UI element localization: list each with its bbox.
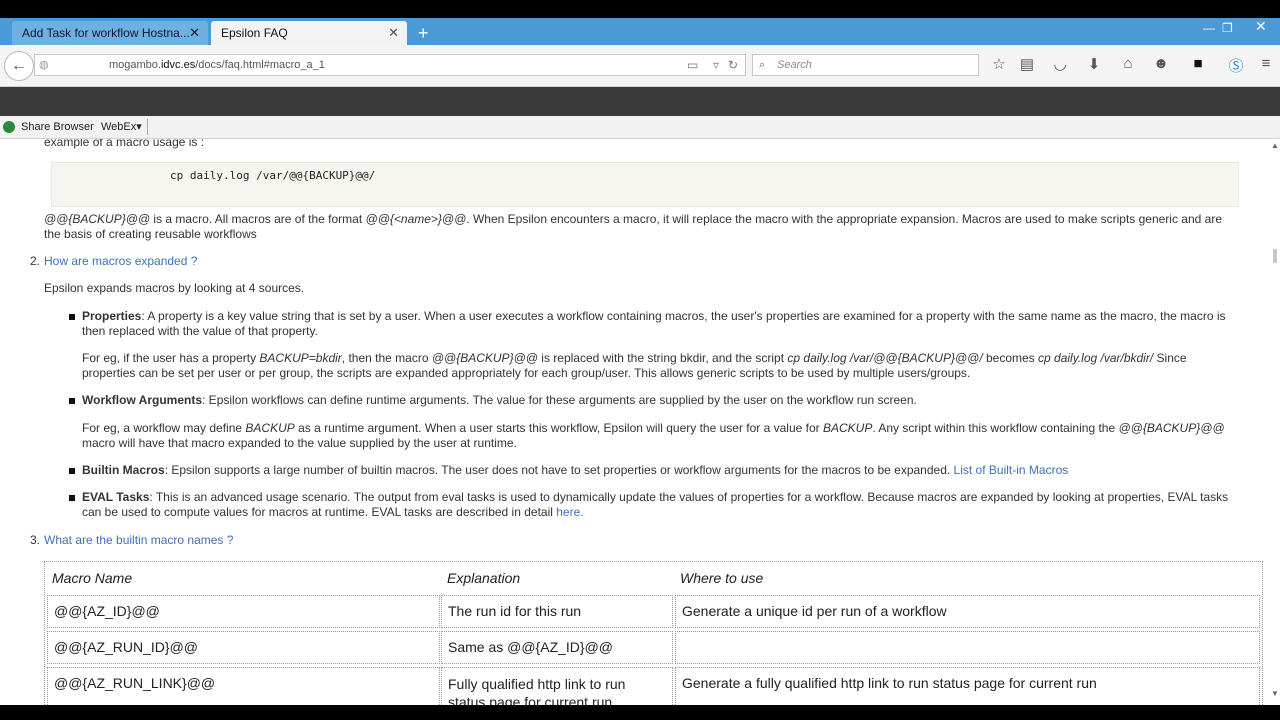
builtin-macros-item: Builtin Macros: Epsilon supports a large… <box>82 463 1069 477</box>
properties-line2: then replaced with the value of that pro… <box>82 324 318 338</box>
builtin-macros-link[interactable]: List of Built-in Macros <box>954 463 1069 477</box>
separator <box>147 119 148 135</box>
macro-description-line2: the basis of creating reusable workflows <box>44 227 257 241</box>
builtin-macros-table: Macro Name Explanation Where to use @@{A… <box>44 561 1263 705</box>
bookmark-star-icon[interactable]: ☆ <box>989 55 1009 73</box>
restore-icon[interactable]: ❐ <box>1222 18 1233 38</box>
table-cell: Generate a fully qualified http link to … <box>675 667 1260 705</box>
minimize-icon[interactable]: — <box>1203 18 1215 38</box>
pocket-icon[interactable]: ◡ <box>1050 55 1070 73</box>
scrollbar-thumb[interactable] <box>1273 249 1277 263</box>
extension-icon[interactable]: ■ <box>1188 55 1208 72</box>
search-placeholder: Search <box>777 59 812 71</box>
navigation-bar: ← ◍ mogambo.idvc.es/docs/faq.html#macro_… <box>0 45 1280 87</box>
close-icon[interactable]: ✕ <box>388 21 399 45</box>
table-cell: Fully qualified http link to run status p… <box>441 667 673 705</box>
back-icon[interactable]: ← <box>4 51 34 81</box>
intro-fragment: example of a macro usage is : <box>44 139 205 149</box>
table-cell: The run id for this run <box>441 595 673 628</box>
eval-tasks-item: EVAL Tasks: This is an advanced usage sc… <box>82 490 1229 504</box>
workflow-args-example-line2: macro will have that macro expanded to t… <box>82 436 517 450</box>
menu-icon[interactable]: ≡ <box>1256 55 1276 72</box>
table-cell: @@{AZ_ID}@@ <box>47 595 440 628</box>
scrollbar[interactable]: ▲ ▼ <box>1270 139 1280 705</box>
globe-icon: ◍ <box>39 59 49 71</box>
bullet <box>69 398 75 404</box>
table-cell <box>675 631 1260 664</box>
properties-example: For eg, if the user has a property BACKU… <box>82 351 1187 365</box>
search-input[interactable]: ⌕ Search <box>752 54 979 76</box>
properties-item: Properties: A property is a key value st… <box>82 309 1226 323</box>
url-text: mogambo.idvc.es/docs/faq.html#macro_a_1 <box>109 59 325 71</box>
q3-number: 3. <box>30 533 41 547</box>
home-icon[interactable]: ⌂ <box>1118 55 1138 72</box>
page-content: example of a macro usage is : cp daily.l… <box>0 139 1270 705</box>
bullet <box>69 468 75 474</box>
scroll-up-icon[interactable]: ▲ <box>1271 141 1279 150</box>
close-icon[interactable]: ✕ <box>189 21 200 45</box>
workflow-args-example: For eg, a workflow may define BACKUP as … <box>82 421 1225 435</box>
bookmarks-bar: Share Browser WebEx▾ <box>0 116 1280 139</box>
q2-intro: Epsilon expands macros by looking at 4 s… <box>44 281 305 295</box>
bookmark-share-browser[interactable]: Share Browser <box>21 116 94 138</box>
q2-link[interactable]: How are macros expanded ? <box>44 254 197 269</box>
table-cell: Same as @@{AZ_ID}@@ <box>441 631 673 664</box>
bookmarks-list-icon[interactable]: ▤ <box>1017 55 1037 73</box>
bookmark-webex[interactable]: WebEx▾ <box>101 116 142 138</box>
code-text: cp daily.log /var/@@{BACKUP}@@/ <box>170 169 376 182</box>
toolbar-band <box>0 87 1280 116</box>
reader-view-icon[interactable]: ▭ <box>687 55 698 75</box>
table-header-macro-name: Macro Name <box>52 570 133 586</box>
new-tab-icon[interactable]: + <box>418 21 429 45</box>
close-window-icon[interactable]: ✕ <box>1255 16 1267 36</box>
url-bar[interactable]: ◍ mogambo.idvc.es/docs/faq.html#macro_a_… <box>34 54 746 76</box>
q2-number: 2. <box>30 254 41 268</box>
q3-link[interactable]: What are the builtin macro names ? <box>44 533 233 548</box>
tab-bar: Add Task for workflow Hostna... ✕ Epsilo… <box>0 18 1280 45</box>
properties-example-line2: properties can be set per user or per gr… <box>82 366 971 380</box>
screen-top-border <box>0 0 1280 18</box>
tab-epsilon-faq[interactable]: Epsilon FAQ ✕ <box>211 21 407 45</box>
download-icon[interactable]: ⬇ <box>1084 55 1104 73</box>
eval-tasks-line2: can be used to compute values for macros… <box>82 505 584 519</box>
code-example: cp daily.log /var/@@{BACKUP}@@/ <box>51 162 1239 207</box>
tab-label: Epsilon FAQ <box>221 26 288 40</box>
table-header-explanation: Explanation <box>447 570 521 586</box>
reload-icon[interactable]: ↻ <box>728 55 738 75</box>
share-browser-icon <box>3 121 15 133</box>
tab-add-task[interactable]: Add Task for workflow Hostna... ✕ <box>12 21 208 45</box>
dropdown-icon[interactable]: ▿ <box>713 55 719 75</box>
scroll-down-icon[interactable]: ▼ <box>1271 689 1279 698</box>
chat-icon[interactable]: ☻ <box>1151 55 1171 72</box>
workflow-args-item: Workflow Arguments: Epsilon workflows ca… <box>82 393 917 407</box>
screen-bottom-border <box>0 705 1280 720</box>
table-cell: @@{AZ_RUN_LINK}@@ <box>47 667 440 705</box>
table-cell: @@{AZ_RUN_ID}@@ <box>47 631 440 664</box>
macro-description: @@{BACKUP}@@ is a macro. All macros are … <box>44 212 1223 226</box>
table-header-where-to-use: Where to use <box>680 570 764 586</box>
table-cell: Generate a unique id per run of a workfl… <box>675 595 1260 628</box>
skype-icon[interactable]: Ⓢ <box>1226 55 1246 76</box>
bullet <box>69 495 75 501</box>
eval-here-link[interactable]: here. <box>556 505 583 519</box>
tab-label: Add Task for workflow Hostna... <box>22 26 190 40</box>
search-icon: ⌕ <box>759 59 766 71</box>
bullet <box>69 314 75 320</box>
